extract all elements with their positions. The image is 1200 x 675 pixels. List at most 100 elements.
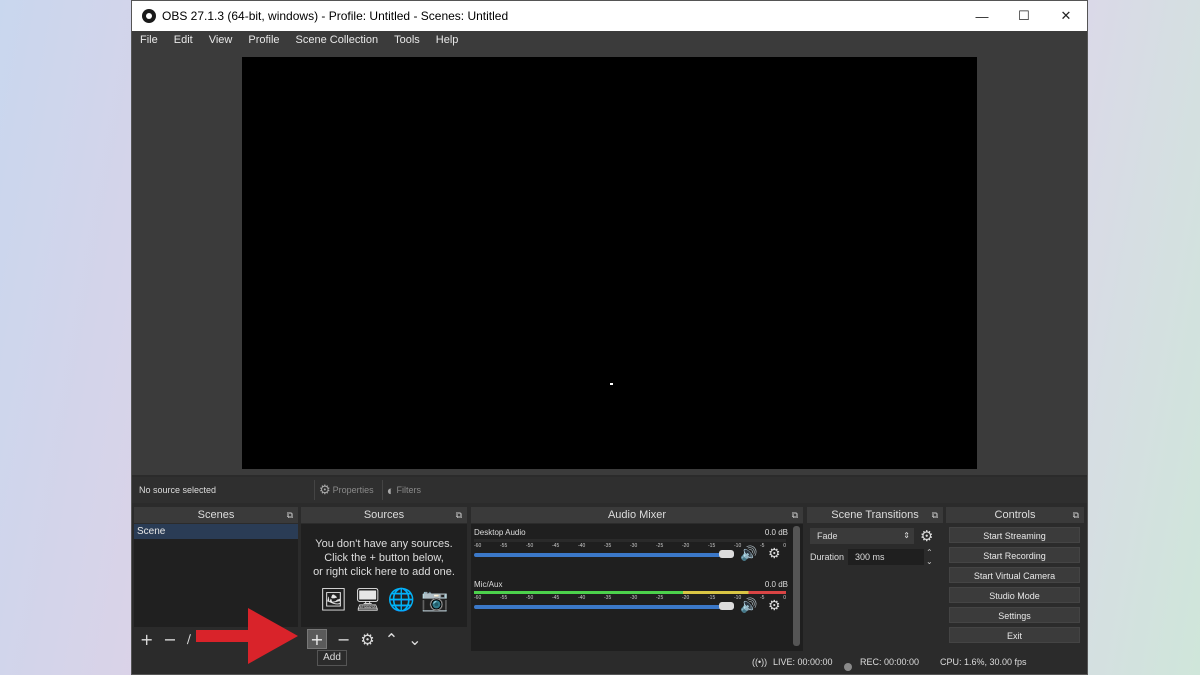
channel-name: Desktop Audio <box>474 528 526 537</box>
minimize-button[interactable]: — <box>961 1 1003 31</box>
sources-header: Sources ⧉ <box>301 507 467 523</box>
controls-header: Controls ⧉ <box>946 507 1084 523</box>
title-bar: OBS 27.1.3 (64-bit, windows) - Profile: … <box>132 1 1087 31</box>
live-timer: LIVE: 00:00:00 <box>773 657 833 667</box>
volume-slider[interactable] <box>474 553 734 557</box>
image-icon: 🖼 <box>319 588 348 613</box>
menu-view[interactable]: View <box>201 34 241 46</box>
undock-icon[interactable]: ⧉ <box>287 507 293 523</box>
volume-slider-handle[interactable] <box>719 602 734 610</box>
move-up-icon[interactable]: ⌃ <box>385 630 398 649</box>
remove-source-icon[interactable]: − <box>337 630 350 649</box>
source-status: No source selected <box>139 485 217 495</box>
scenes-title: Scenes <box>197 509 235 521</box>
preview-area <box>132 49 1087 475</box>
window-title: OBS 27.1.3 (64-bit, windows) - Profile: … <box>162 9 509 23</box>
start-streaming-button[interactable]: Start Streaming <box>949 527 1080 543</box>
gear-icon: ⚙ <box>319 482 331 497</box>
add-tooltip: Add <box>317 650 347 666</box>
menu-file[interactable]: File <box>132 34 166 46</box>
sources-dock: Sources ⧉ You don't have any sources. Cl… <box>301 507 467 651</box>
volume-meter <box>474 591 786 594</box>
controls-body: Start Streaming Start Recording Start Vi… <box>946 524 1084 651</box>
audio-mixer-body: Desktop Audio 0.0 dB -60 -55 -50 -45 -40 -35-… <box>471 524 803 651</box>
volume-slider[interactable] <box>474 605 734 609</box>
speaker-icon[interactable]: 🔊 <box>740 597 757 614</box>
gear-icon[interactable]: ⚙ <box>768 597 781 614</box>
gear-icon[interactable]: ⚙ <box>768 545 781 562</box>
obs-window: OBS 27.1.3 (64-bit, windows) - Profile: … <box>131 0 1088 675</box>
speaker-icon[interactable]: 🔊 <box>740 545 757 562</box>
channel-db: 0.0 dB <box>764 528 788 537</box>
remove-scene-icon[interactable]: − <box>163 630 176 649</box>
add-scene-icon[interactable]: + <box>140 630 153 649</box>
scene-edit-icon[interactable]: ∕ <box>187 632 191 646</box>
source-type-icons: 🖼 🖥 🌐 📷 <box>301 588 467 613</box>
mouse-cursor <box>610 383 613 385</box>
audio-mixer-dock: Audio Mixer ⧉ Desktop Audio 0.0 dB -60 -5… <box>471 507 803 651</box>
audio-mixer-title: Audio Mixer <box>607 509 667 521</box>
scene-transitions-body: Fade ⇕ ⚙ Duration 300 ms ⌃ ⌄ <box>807 524 943 651</box>
red-arrow-annotation <box>196 608 298 664</box>
duration-field[interactable]: 300 ms <box>848 549 924 565</box>
scene-transitions-title: Scene Transitions <box>831 509 919 521</box>
menu-profile[interactable]: Profile <box>240 34 287 46</box>
scenes-header: Scenes ⧉ <box>134 507 298 523</box>
undock-icon[interactable]: ⧉ <box>456 507 462 523</box>
gear-icon[interactable]: ⚙ <box>920 527 933 545</box>
menu-tools[interactable]: Tools <box>386 34 428 46</box>
cpu-fps: CPU: 1.6%, 30.00 fps <box>940 657 1027 667</box>
chevron-updown-icon: ⇕ <box>903 531 910 540</box>
close-button[interactable]: ✕ <box>1045 1 1087 31</box>
transition-select[interactable]: Fade ⇕ <box>810 528 914 544</box>
monitor-icon: 🖥 <box>353 588 382 613</box>
start-recording-button[interactable]: Start Recording <box>949 547 1080 563</box>
window-controls: — ☐ ✕ <box>961 1 1087 31</box>
properties-button[interactable]: ⚙ Properties <box>314 480 378 500</box>
volume-slider-handle[interactable] <box>719 550 734 558</box>
settings-button[interactable]: Settings <box>949 607 1080 623</box>
sources-bottom-bar: + − ⚙ ⌃ ⌄ <box>301 627 467 651</box>
obs-logo-icon <box>142 9 156 23</box>
properties-label: Properties <box>332 485 374 495</box>
source-toolbar: No source selected ⚙ Properties ◐ Filter… <box>132 477 1087 503</box>
duration-stepper[interactable]: ⌃ ⌄ <box>926 548 933 566</box>
chevron-up-icon[interactable]: ⌃ <box>926 548 933 557</box>
exit-button[interactable]: Exit <box>949 627 1080 643</box>
broadcast-icon: ((•)) <box>752 657 768 667</box>
filters-icon: ◐ <box>386 482 395 498</box>
empty-line-3: or right click here to add one. <box>313 566 455 578</box>
audio-mixer-header: Audio Mixer ⧉ <box>471 507 803 523</box>
filters-label: Filters <box>396 485 422 495</box>
menu-bar: File Edit View Profile Scene Collection … <box>132 31 1087 49</box>
controls-dock: Controls ⧉ Start Streaming Start Recordi… <box>946 507 1084 651</box>
menu-edit[interactable]: Edit <box>166 34 201 46</box>
preview-canvas[interactable] <box>242 57 977 469</box>
filters-button[interactable]: ◐ Filters <box>381 480 425 500</box>
maximize-button[interactable]: ☐ <box>1003 1 1045 31</box>
menu-help[interactable]: Help <box>428 34 467 46</box>
move-down-icon[interactable]: ⌄ <box>408 630 421 649</box>
menu-scene-collection[interactable]: Scene Collection <box>288 34 387 46</box>
studio-mode-button[interactable]: Studio Mode <box>949 587 1080 603</box>
undock-icon[interactable]: ⧉ <box>932 507 938 523</box>
add-source-button[interactable]: + <box>307 629 327 649</box>
scene-list-item[interactable]: Scene <box>134 524 298 539</box>
chevron-down-icon[interactable]: ⌄ <box>926 557 933 566</box>
globe-icon: 🌐 <box>387 588 415 613</box>
sources-list[interactable]: You don't have any sources. Click the + … <box>301 524 467 651</box>
source-settings-icon[interactable]: ⚙ <box>360 630 374 649</box>
rec-timer: REC: 00:00:00 <box>860 657 920 667</box>
channel-db: 0.0 dB <box>764 580 788 589</box>
undock-icon[interactable]: ⧉ <box>792 507 798 523</box>
duration-label: Duration <box>810 552 845 562</box>
start-virtual-camera-button[interactable]: Start Virtual Camera <box>949 567 1080 583</box>
empty-line-1: You don't have any sources. <box>315 538 453 550</box>
empty-line-2: Click the + button below, <box>324 552 444 564</box>
undock-icon[interactable]: ⧉ <box>1073 507 1079 523</box>
channel-name: Mic/Aux <box>474 580 503 589</box>
scene-transitions-header: Scene Transitions ⧉ <box>807 507 943 523</box>
transition-value: Fade <box>817 531 838 541</box>
camera-icon: 📷 <box>420 588 449 613</box>
mixer-scrollbar[interactable] <box>793 526 800 646</box>
